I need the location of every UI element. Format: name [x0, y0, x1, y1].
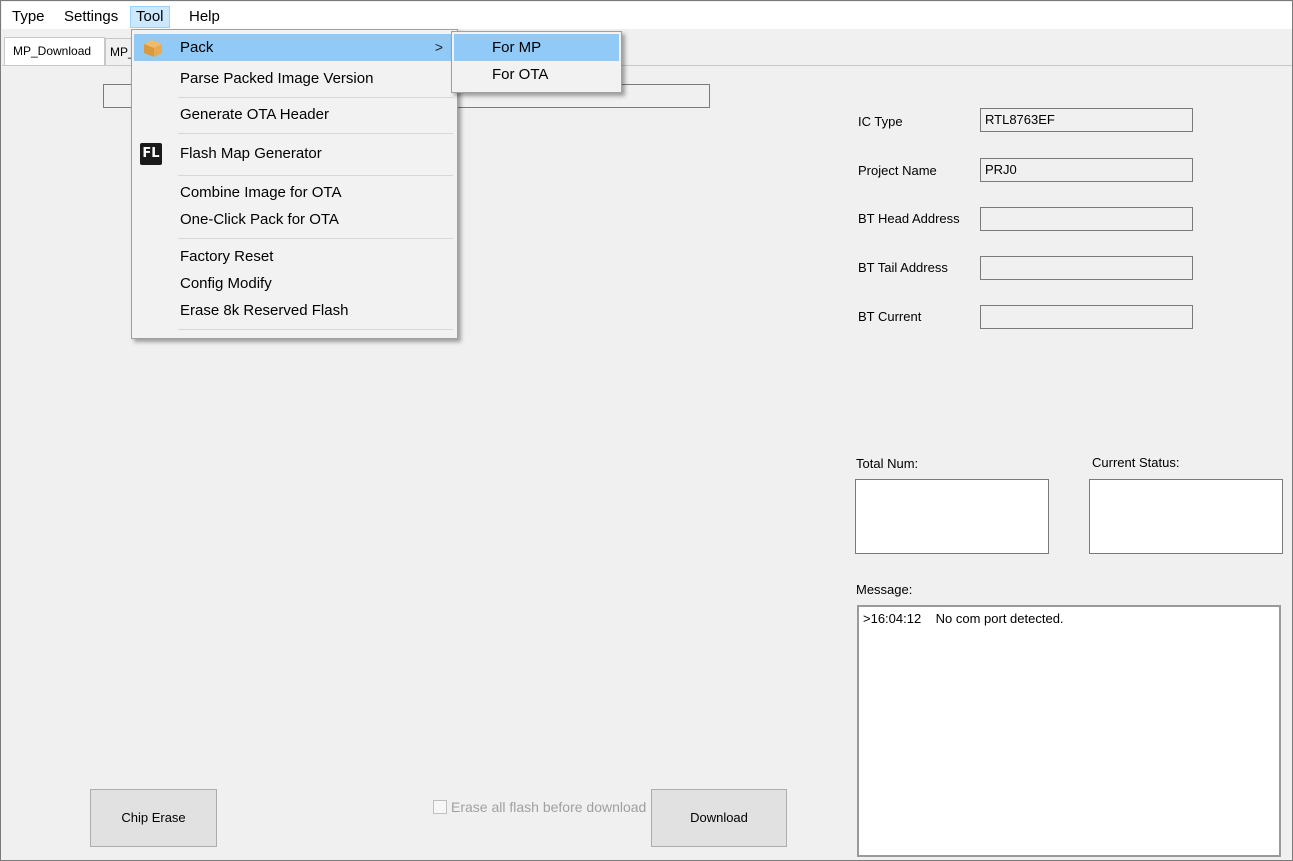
submenu-item-for-ota[interactable]: For OTA: [454, 61, 619, 88]
pack-label: Pack: [180, 39, 214, 56]
menu-tool[interactable]: Tool: [130, 6, 170, 28]
menu-settings[interactable]: Settings: [59, 6, 123, 28]
menu-separator: [178, 329, 453, 330]
message-line: >16:04:12 No com port detected.: [863, 611, 1064, 626]
menu-help[interactable]: Help: [184, 6, 225, 28]
chip-erase-button[interactable]: Chip Erase: [90, 789, 217, 847]
menu-separator: [178, 238, 453, 239]
current-status-label: Current Status:: [1092, 455, 1180, 470]
ic-type-label: IC Type: [858, 114, 903, 129]
menu-separator: [178, 175, 453, 176]
project-name-field[interactable]: PRJ0: [980, 158, 1193, 182]
ic-type-field[interactable]: RTL8763EF: [980, 108, 1193, 132]
submenu-item-for-mp[interactable]: For MP: [454, 34, 619, 61]
pack-submenu: For MP For OTA: [451, 31, 622, 93]
menu-item-combine-image-ota[interactable]: Combine Image for OTA: [134, 179, 455, 206]
bt-current-field[interactable]: [980, 305, 1193, 329]
erase-all-checkbox[interactable]: [433, 800, 447, 814]
menu-item-erase-8k-reserved-flash[interactable]: Erase 8k Reserved Flash: [134, 297, 455, 324]
menu-item-flash-map-generator[interactable]: Flash Map Generator: [134, 140, 455, 167]
app-window: Type Settings Tool Help MP_Download MP_ …: [0, 0, 1293, 861]
message-box[interactable]: >16:04:12 No com port detected.: [857, 605, 1281, 857]
bt-head-address-field[interactable]: [980, 207, 1193, 231]
message-label: Message:: [856, 582, 913, 597]
erase-all-checkbox-row[interactable]: Erase all flash before download: [433, 798, 646, 816]
download-button[interactable]: Download: [651, 789, 787, 847]
menu-item-generate-ota-header[interactable]: Generate OTA Header: [134, 101, 455, 128]
erase-all-label: Erase all flash before download: [451, 799, 647, 815]
menu-bar: Type Settings Tool Help: [2, 2, 1292, 29]
menu-item-pack[interactable]: Pack >: [134, 34, 455, 61]
bt-tail-address-label: BT Tail Address: [858, 260, 948, 275]
tab-mp-download[interactable]: MP_Download: [4, 37, 105, 66]
chevron-right-icon: >: [434, 39, 443, 55]
menu-type[interactable]: Type: [7, 6, 50, 28]
total-num-label: Total Num:: [856, 456, 919, 471]
menu-item-one-click-pack-ota[interactable]: One-Click Pack for OTA: [134, 206, 455, 233]
menu-item-factory-reset[interactable]: Factory Reset: [134, 243, 455, 270]
menu-item-parse-packed-image[interactable]: Parse Packed Image Version: [134, 65, 455, 92]
menu-separator: [178, 133, 453, 134]
bt-head-address-label: BT Head Address: [858, 211, 960, 226]
package-icon: [144, 40, 162, 57]
tool-dropdown-menu: Pack > Parse Packed Image Version Genera…: [131, 29, 458, 339]
menu-separator: [178, 97, 453, 98]
project-name-label: Project Name: [858, 163, 937, 178]
current-status-box: [1089, 479, 1283, 554]
bt-tail-address-field[interactable]: [980, 256, 1193, 280]
menu-item-config-modify[interactable]: Config Modify: [134, 270, 455, 297]
total-num-box: [855, 479, 1049, 554]
bt-current-label: BT Current: [858, 309, 922, 324]
